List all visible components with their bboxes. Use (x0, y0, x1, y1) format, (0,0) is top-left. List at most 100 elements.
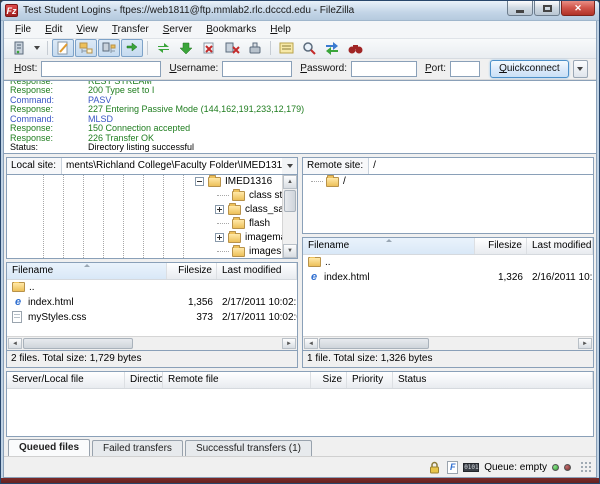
menu-view[interactable]: View (69, 22, 105, 37)
tab-successful-transfers[interactable]: Successful transfers (1) (184, 440, 312, 457)
find-files-button[interactable] (344, 39, 366, 57)
column-filename[interactable]: Filename (7, 262, 167, 279)
site-manager-dropdown[interactable] (30, 39, 43, 57)
menu-help[interactable]: Help (263, 22, 298, 37)
host-input[interactable] (41, 60, 162, 77)
local-pane: Local site: ments\Richland College\Facul… (6, 156, 298, 369)
maximize-icon (542, 4, 552, 12)
tree-node-imagemapstuff[interactable]: imagemapstuff (7, 230, 297, 245)
filezilla-window: Fz Test Student Logins - ftpes://web1811… (0, 0, 600, 484)
synchronized-browsing-button[interactable] (321, 39, 343, 57)
toolbar (4, 38, 596, 59)
toggle-transfer-queue-button[interactable] (121, 39, 143, 58)
tree-node-root[interactable]: / (303, 174, 593, 189)
tab-failed-transfers[interactable]: Failed transfers (92, 440, 183, 457)
cancel-operation-button[interactable] (198, 39, 220, 57)
tree-node-class-stuff[interactable]: class stuff (7, 188, 297, 203)
resize-grip[interactable] (580, 461, 592, 474)
column-server-local-file[interactable]: Server/Local file (7, 372, 125, 389)
reconnect-button[interactable] (244, 39, 266, 57)
disconnect-button[interactable] (221, 39, 243, 57)
scrollbar-thumb[interactable] (284, 189, 296, 212)
column-size[interactable]: Size (311, 372, 347, 389)
scroll-left-icon[interactable]: ◄ (304, 338, 318, 350)
tree-node-class-samples[interactable]: class_samples (7, 202, 297, 217)
column-filesize[interactable]: Filesize (167, 262, 217, 279)
tree-node-images[interactable]: images (7, 244, 297, 258)
collapse-icon[interactable] (195, 177, 204, 187)
tab-queued-files[interactable]: Queued files (8, 439, 91, 457)
close-button[interactable]: ✕ (561, 1, 595, 16)
cancel-icon (203, 42, 214, 54)
menu-bookmarks[interactable]: Bookmarks (199, 22, 263, 37)
remote-directory-tree[interactable]: / (302, 174, 594, 234)
scroll-up-icon[interactable]: ▲ (283, 174, 297, 189)
local-site-dropdown[interactable] (282, 157, 297, 174)
toggle-local-tree-button[interactable] (75, 39, 97, 58)
column-remote-file[interactable]: Remote file (163, 372, 311, 389)
minimize-button[interactable] (507, 1, 533, 16)
local-site-value[interactable]: ments\Richland College\Faculty Folder\IM… (62, 158, 282, 174)
directory-comparison-button[interactable] (298, 39, 320, 57)
file-row-index-html[interactable]: eindex.html 1,356 2/17/2011 10:02:15... (7, 295, 297, 310)
expand-icon[interactable] (215, 233, 224, 243)
column-filesize[interactable]: Filesize (475, 237, 527, 254)
file-row-index-html[interactable]: e index.html 1,326 2/16/2011 10: (303, 270, 593, 285)
status-bar: F 0101 Queue: empty (4, 456, 596, 477)
app-icon: Fz (5, 4, 18, 17)
username-input[interactable] (222, 60, 293, 77)
scroll-left-icon[interactable]: ◄ (8, 338, 22, 350)
scrollbar-thumb[interactable] (319, 338, 430, 350)
site-manager-button[interactable] (7, 39, 29, 57)
port-input[interactable] (450, 60, 481, 77)
toggle-remote-tree-button[interactable] (98, 39, 120, 58)
quickconnect-dropdown[interactable] (572, 59, 588, 78)
local-tree-scrollbar[interactable]: ▲ ▼ (282, 174, 297, 258)
column-status[interactable]: Status (393, 372, 593, 389)
log-line: Status: Directory listing successful (10, 142, 195, 153)
scroll-right-icon[interactable]: ► (282, 338, 296, 350)
filter-button[interactable] (275, 39, 297, 57)
column-filename[interactable]: Filename (303, 237, 475, 254)
scroll-down-icon[interactable]: ▼ (283, 243, 297, 258)
file-row-mystyles-css[interactable]: myStyles.css 373 2/17/2011 10:02:07... (7, 310, 297, 325)
folder-icon (326, 174, 339, 187)
message-log-icon (57, 41, 68, 55)
column-last-modified[interactable]: Last modified (217, 262, 297, 279)
menu-server[interactable]: Server (156, 22, 199, 37)
menu-edit[interactable]: Edit (38, 22, 69, 37)
tree-node-imed1316[interactable]: IMED1316 (7, 174, 297, 189)
column-last-modified[interactable]: Last modified (527, 237, 593, 254)
local-directory-tree[interactable]: IMED1316 class stuff class_samples (6, 174, 298, 259)
scroll-right-icon[interactable]: ► (578, 338, 592, 350)
folder-icon (232, 216, 245, 229)
toggle-message-log-button[interactable] (52, 39, 74, 58)
remote-list-scrollbar[interactable]: ◄ ► (303, 336, 593, 351)
column-direction[interactable]: Direction (125, 372, 163, 389)
refresh-button[interactable] (152, 39, 174, 57)
tree-connector (311, 181, 323, 183)
local-tree-icon (79, 42, 93, 54)
column-priority[interactable]: Priority (347, 372, 393, 389)
transfer-queue: Server/Local file Direction Remote file … (6, 371, 594, 438)
file-row-parent[interactable]: .. (7, 280, 297, 295)
local-list-scrollbar[interactable]: ◄ ► (7, 336, 297, 351)
lock-icon[interactable] (427, 461, 442, 474)
datatype-icon[interactable]: 0101 (463, 462, 480, 472)
local-status-text: 2 files. Total size: 1,729 bytes (6, 351, 298, 369)
maximize-button[interactable] (534, 1, 560, 16)
menu-transfer[interactable]: Transfer (105, 22, 156, 37)
remote-site-value[interactable]: / (369, 158, 593, 174)
title-bar[interactable]: Fz Test Student Logins - ftpes://web1811… (1, 1, 599, 21)
menu-file[interactable]: File (8, 22, 38, 37)
process-queue-button[interactable] (175, 39, 197, 57)
file-row-parent[interactable]: .. (303, 255, 593, 270)
certificate-icon[interactable]: F (447, 460, 459, 474)
expand-icon[interactable] (215, 205, 224, 215)
tree-node-flash[interactable]: flash (7, 216, 297, 231)
quickconnect-button[interactable]: Quickconnect (490, 59, 569, 78)
scrollbar-thumb[interactable] (23, 338, 134, 350)
password-input[interactable] (350, 60, 417, 77)
queue-body[interactable] (7, 389, 593, 437)
message-log[interactable]: Response: REST STREAM Response: 200 Type s… (4, 79, 596, 154)
